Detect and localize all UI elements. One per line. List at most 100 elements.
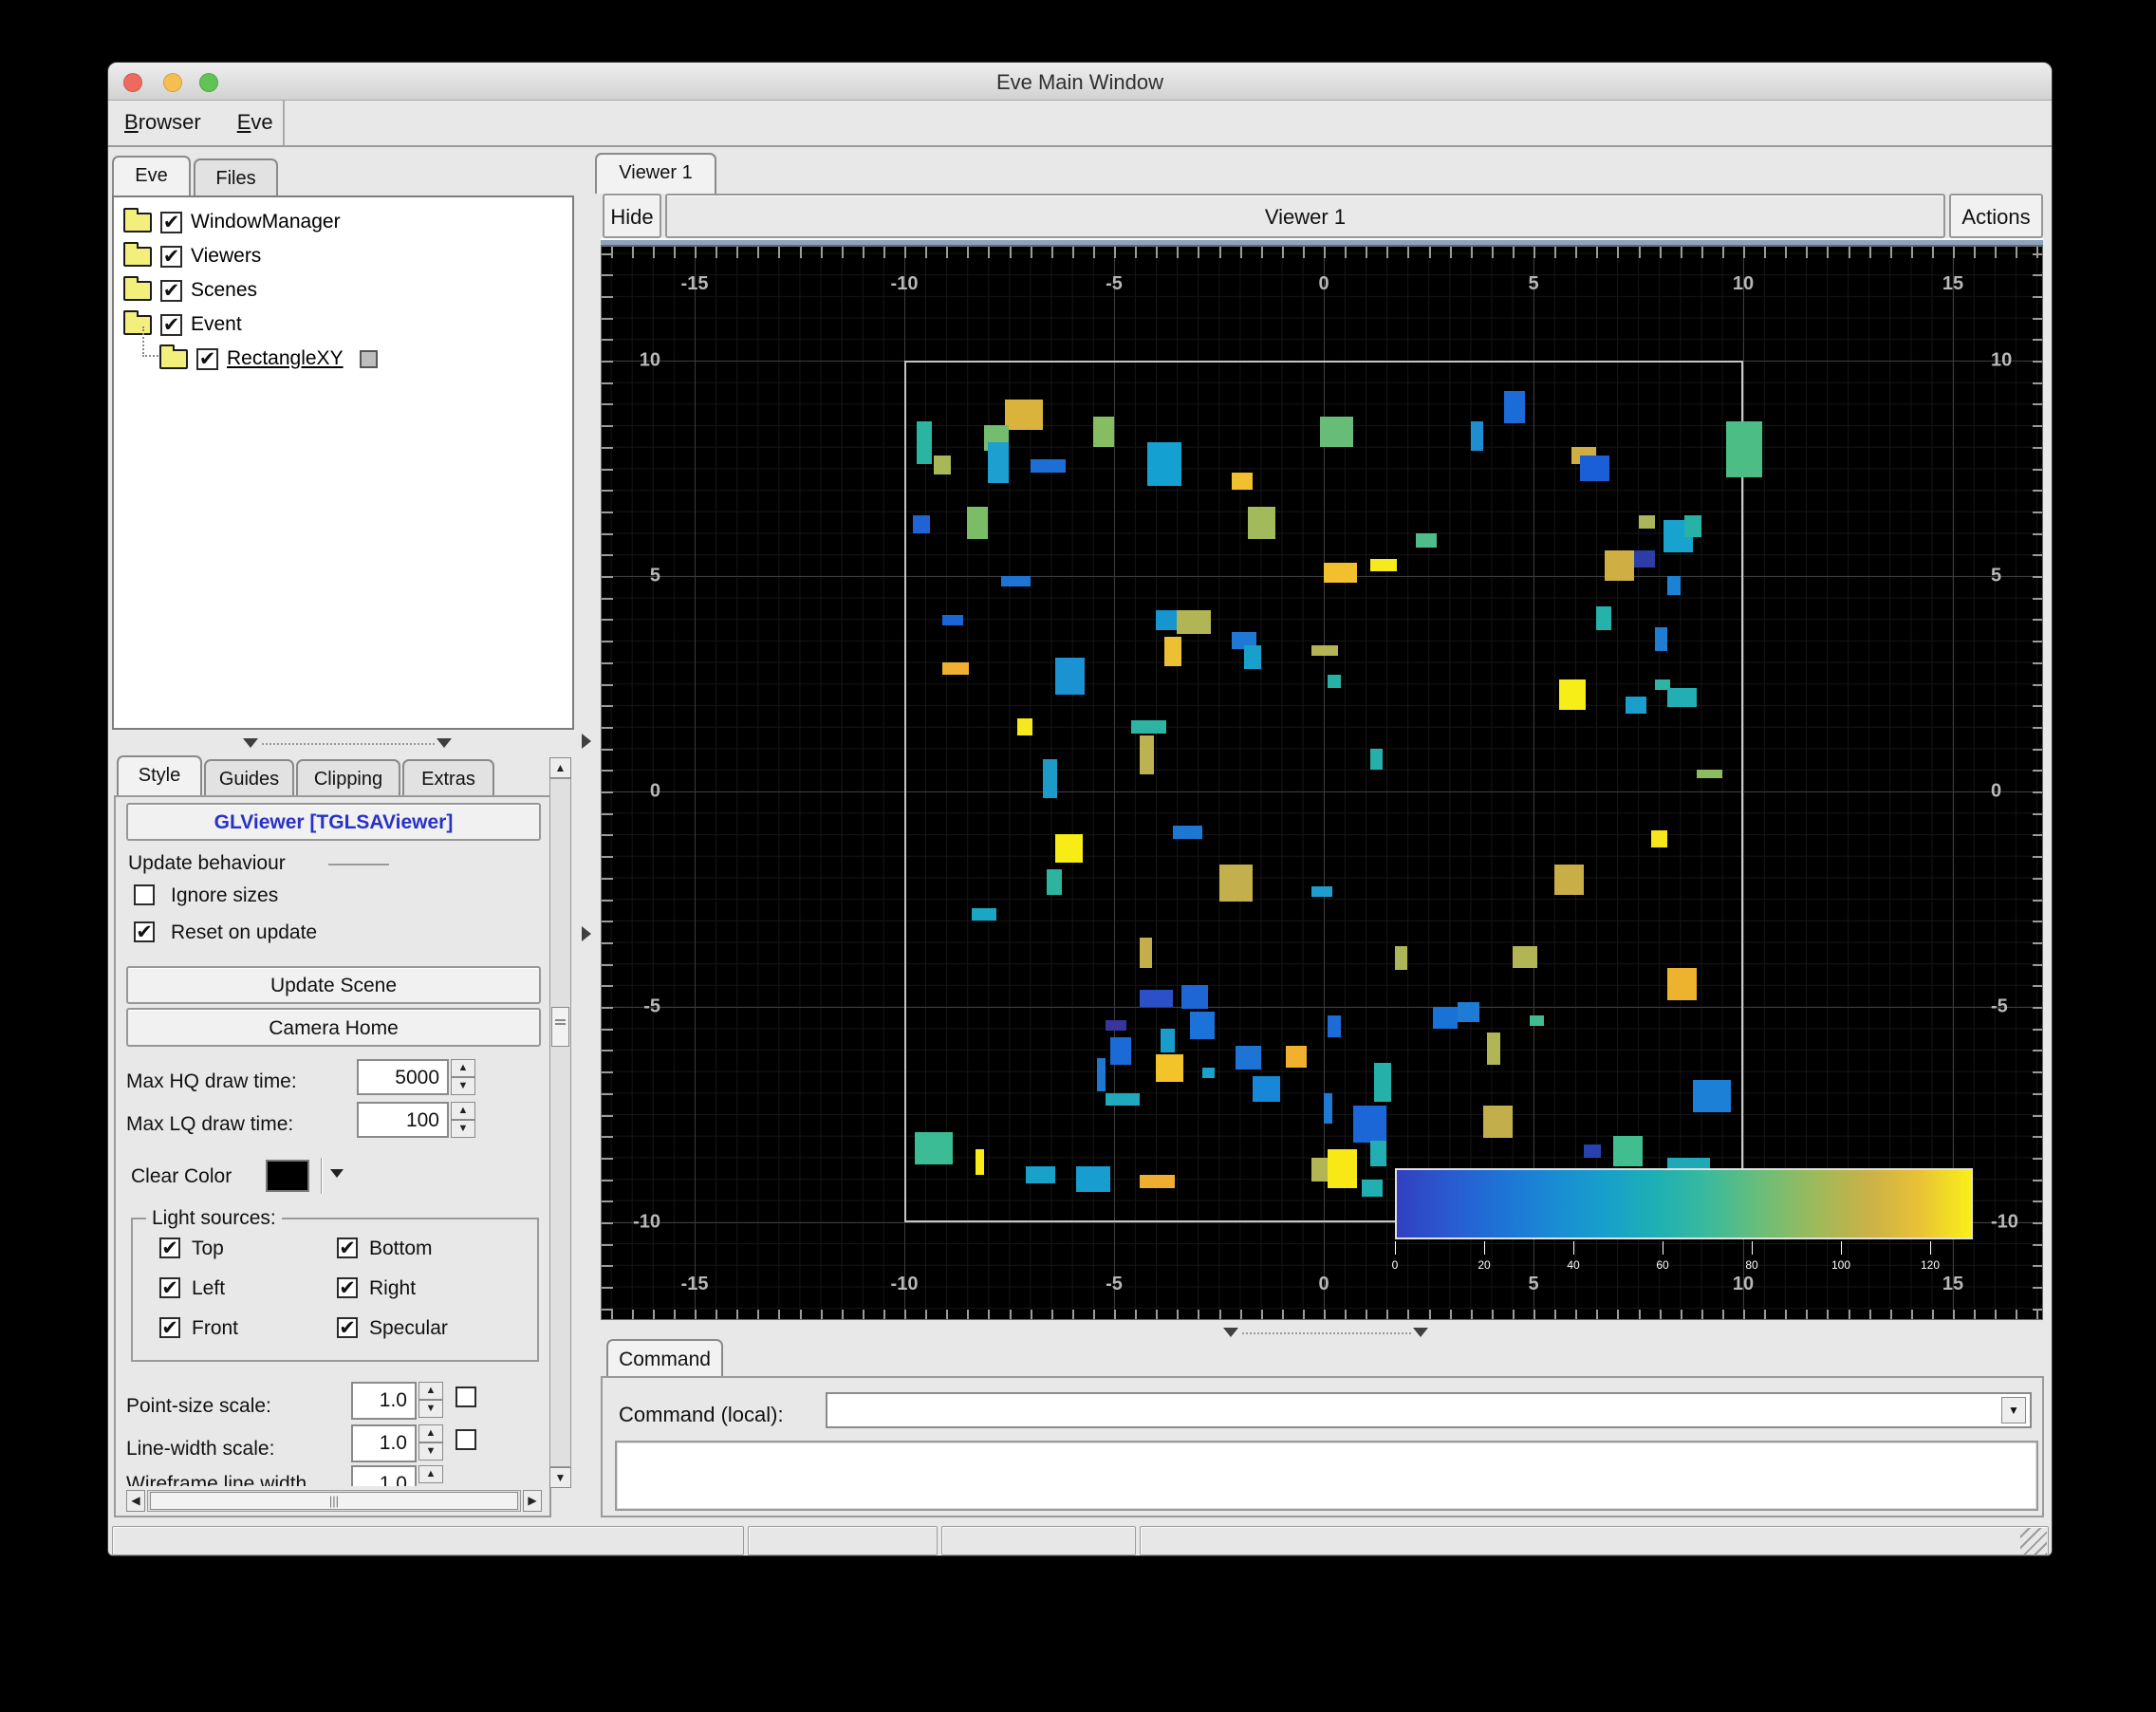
- data-rect: [1236, 1045, 1261, 1070]
- tab-eve[interactable]: Eve: [112, 156, 191, 195]
- command-output-area[interactable]: [615, 1441, 2038, 1511]
- axis-tick: [602, 1050, 613, 1052]
- actions-button[interactable]: Actions: [1949, 194, 2043, 238]
- axis-tick: [2033, 661, 2042, 664]
- light-top-checkbox[interactable]: ✔: [159, 1237, 180, 1258]
- tab-extras[interactable]: Extras: [402, 759, 494, 795]
- folder-icon: [123, 207, 152, 233]
- tree-item-label[interactable]: Viewers: [191, 245, 261, 268]
- reset-on-update-checkbox[interactable]: ✔: [134, 921, 155, 942]
- tab-style[interactable]: Style: [117, 755, 202, 795]
- tree-item-label[interactable]: RectangleXY: [227, 347, 344, 370]
- tree-item-checkbox[interactable]: ✔: [160, 279, 182, 302]
- tab-guides[interactable]: Guides: [204, 759, 294, 795]
- tree-item-checkbox[interactable]: ✔: [196, 347, 218, 370]
- down-arrow-icon[interactable]: ▼: [451, 1120, 475, 1138]
- up-arrow-icon[interactable]: ▲: [418, 1424, 443, 1442]
- axis-tick: [1512, 247, 1515, 258]
- menu-browser[interactable]: Browser: [124, 110, 201, 135]
- tree-item-viewers[interactable]: ✔ Viewers: [123, 241, 261, 271]
- title-bar[interactable]: Eve Main Window: [108, 63, 2052, 101]
- max-lq-stepper[interactable]: ▲ ▼: [451, 1102, 475, 1138]
- max-lq-spinbox[interactable]: 100: [357, 1102, 449, 1138]
- point-size-checkbox[interactable]: [455, 1386, 476, 1407]
- tab-command[interactable]: Command: [606, 1339, 723, 1376]
- tree-item-label[interactable]: Scenes: [191, 279, 257, 302]
- viewer-title-bar[interactable]: Viewer 1: [665, 194, 1945, 238]
- tree-item-event[interactable]: ✔ Event: [123, 309, 242, 340]
- tree-item-checkbox[interactable]: ✔: [160, 211, 182, 233]
- down-arrow-icon[interactable]: ▼: [418, 1400, 443, 1418]
- scroll-left-icon[interactable]: ◀: [126, 1490, 145, 1512]
- hide-button[interactable]: Hide: [603, 194, 661, 238]
- tree-item-rectanglexy[interactable]: ✔ RectangleXY: [159, 344, 378, 374]
- max-hq-spinbox[interactable]: 5000: [357, 1059, 449, 1095]
- max-hq-stepper[interactable]: ▲ ▼: [451, 1059, 475, 1095]
- expand-panel-icon[interactable]: [582, 734, 591, 749]
- axis-tick: [2033, 726, 2042, 729]
- point-size-spinbox[interactable]: 1.0: [351, 1382, 417, 1420]
- splitter-collapse-icon[interactable]: [243, 738, 258, 748]
- line-width-stepper[interactable]: ▲ ▼: [418, 1424, 443, 1461]
- expand-panel-icon[interactable]: [582, 926, 591, 941]
- light-right-checkbox[interactable]: ✔: [337, 1277, 358, 1298]
- point-size-stepper[interactable]: ▲ ▼: [418, 1382, 443, 1418]
- color-dropdown-icon[interactable]: [330, 1169, 344, 1178]
- ignore-sizes-checkbox[interactable]: [134, 884, 155, 905]
- tree-item-checkbox[interactable]: ✔: [160, 245, 182, 268]
- axis-tick: [736, 1310, 739, 1319]
- tab-viewer-1[interactable]: Viewer 1: [595, 153, 716, 194]
- axis-tick: [602, 1265, 613, 1268]
- up-arrow-icon[interactable]: ▲: [418, 1382, 443, 1400]
- hscrollbar-track[interactable]: |||: [147, 1490, 521, 1512]
- splitter-handle[interactable]: [1242, 1332, 1411, 1334]
- splitter-handle[interactable]: [262, 743, 435, 745]
- scroll-down-icon[interactable]: ▼: [549, 1467, 571, 1488]
- axis-tick: [716, 247, 718, 258]
- resize-grip-icon[interactable]: [2020, 1528, 2047, 1554]
- camera-home-button[interactable]: Camera Home: [126, 1008, 541, 1047]
- tree-item-windowmanager[interactable]: ✔ WindowManager: [123, 207, 341, 237]
- glviewer-header-button[interactable]: GLViewer [TGLSAViewer]: [126, 803, 541, 841]
- splitter-collapse-icon[interactable]: [437, 738, 452, 748]
- down-arrow-icon[interactable]: ▼: [451, 1077, 475, 1095]
- axis-tick: [1050, 247, 1053, 258]
- axis-tick: [2033, 791, 2042, 793]
- scroll-right-icon[interactable]: ▶: [523, 1490, 542, 1512]
- line-width-spinbox[interactable]: 1.0: [351, 1424, 417, 1462]
- command-input[interactable]: ▼: [826, 1392, 2032, 1428]
- tree-item-scenes[interactable]: ✔ Scenes: [123, 275, 257, 306]
- splitter-collapse-icon[interactable]: [1413, 1328, 1428, 1337]
- vscrollbar-thumb[interactable]: [551, 1007, 569, 1047]
- wireframe-width-stepper[interactable]: ▲: [418, 1465, 443, 1483]
- light-specular-checkbox[interactable]: ✔: [337, 1317, 358, 1338]
- command-history-dropdown[interactable]: ▼: [2001, 1397, 2026, 1424]
- axis-tick: [1030, 1310, 1032, 1319]
- tree-item-checkbox[interactable]: ✔: [160, 313, 182, 336]
- up-arrow-icon[interactable]: ▲: [418, 1465, 443, 1483]
- clear-color-swatch[interactable]: [266, 1160, 309, 1192]
- tree-item-label[interactable]: WindowManager: [191, 211, 341, 233]
- gl-viewport[interactable]: -15 -15 -10 -10 -5 -5 0 0 5 5 10 10 15 15 10 10 5 5 0 0 -5 -5…: [601, 246, 2043, 1320]
- light-bottom-checkbox[interactable]: ✔: [337, 1237, 358, 1258]
- up-arrow-icon[interactable]: ▲: [451, 1059, 475, 1077]
- down-arrow-icon[interactable]: ▼: [418, 1442, 443, 1461]
- eve-tree-panel[interactable]: ✔ WindowManager ✔ Viewers ✔ Scenes ✔ Event ✔ Rect…: [112, 195, 574, 730]
- splitter-collapse-icon[interactable]: [1223, 1328, 1238, 1337]
- data-rect: [1252, 1075, 1280, 1102]
- tab-files[interactable]: Files: [194, 158, 278, 195]
- line-width-checkbox[interactable]: [455, 1429, 476, 1450]
- light-front-checkbox[interactable]: ✔: [159, 1317, 180, 1338]
- hscrollbar-thumb[interactable]: |||: [150, 1492, 518, 1510]
- tree-item-label[interactable]: Event: [191, 313, 242, 336]
- up-arrow-icon[interactable]: ▲: [451, 1102, 475, 1120]
- vscrollbar-track[interactable]: [549, 778, 571, 1467]
- axis-tick: [602, 274, 613, 277]
- tab-clipping[interactable]: Clipping: [296, 759, 400, 795]
- tree-item-marker[interactable]: [359, 349, 378, 368]
- gridline-major: [1743, 247, 1744, 1319]
- menu-eve[interactable]: Eve: [237, 110, 273, 135]
- scroll-up-icon[interactable]: ▲: [549, 757, 571, 778]
- light-left-checkbox[interactable]: ✔: [159, 1277, 180, 1298]
- update-scene-button[interactable]: Update Scene: [126, 966, 541, 1004]
